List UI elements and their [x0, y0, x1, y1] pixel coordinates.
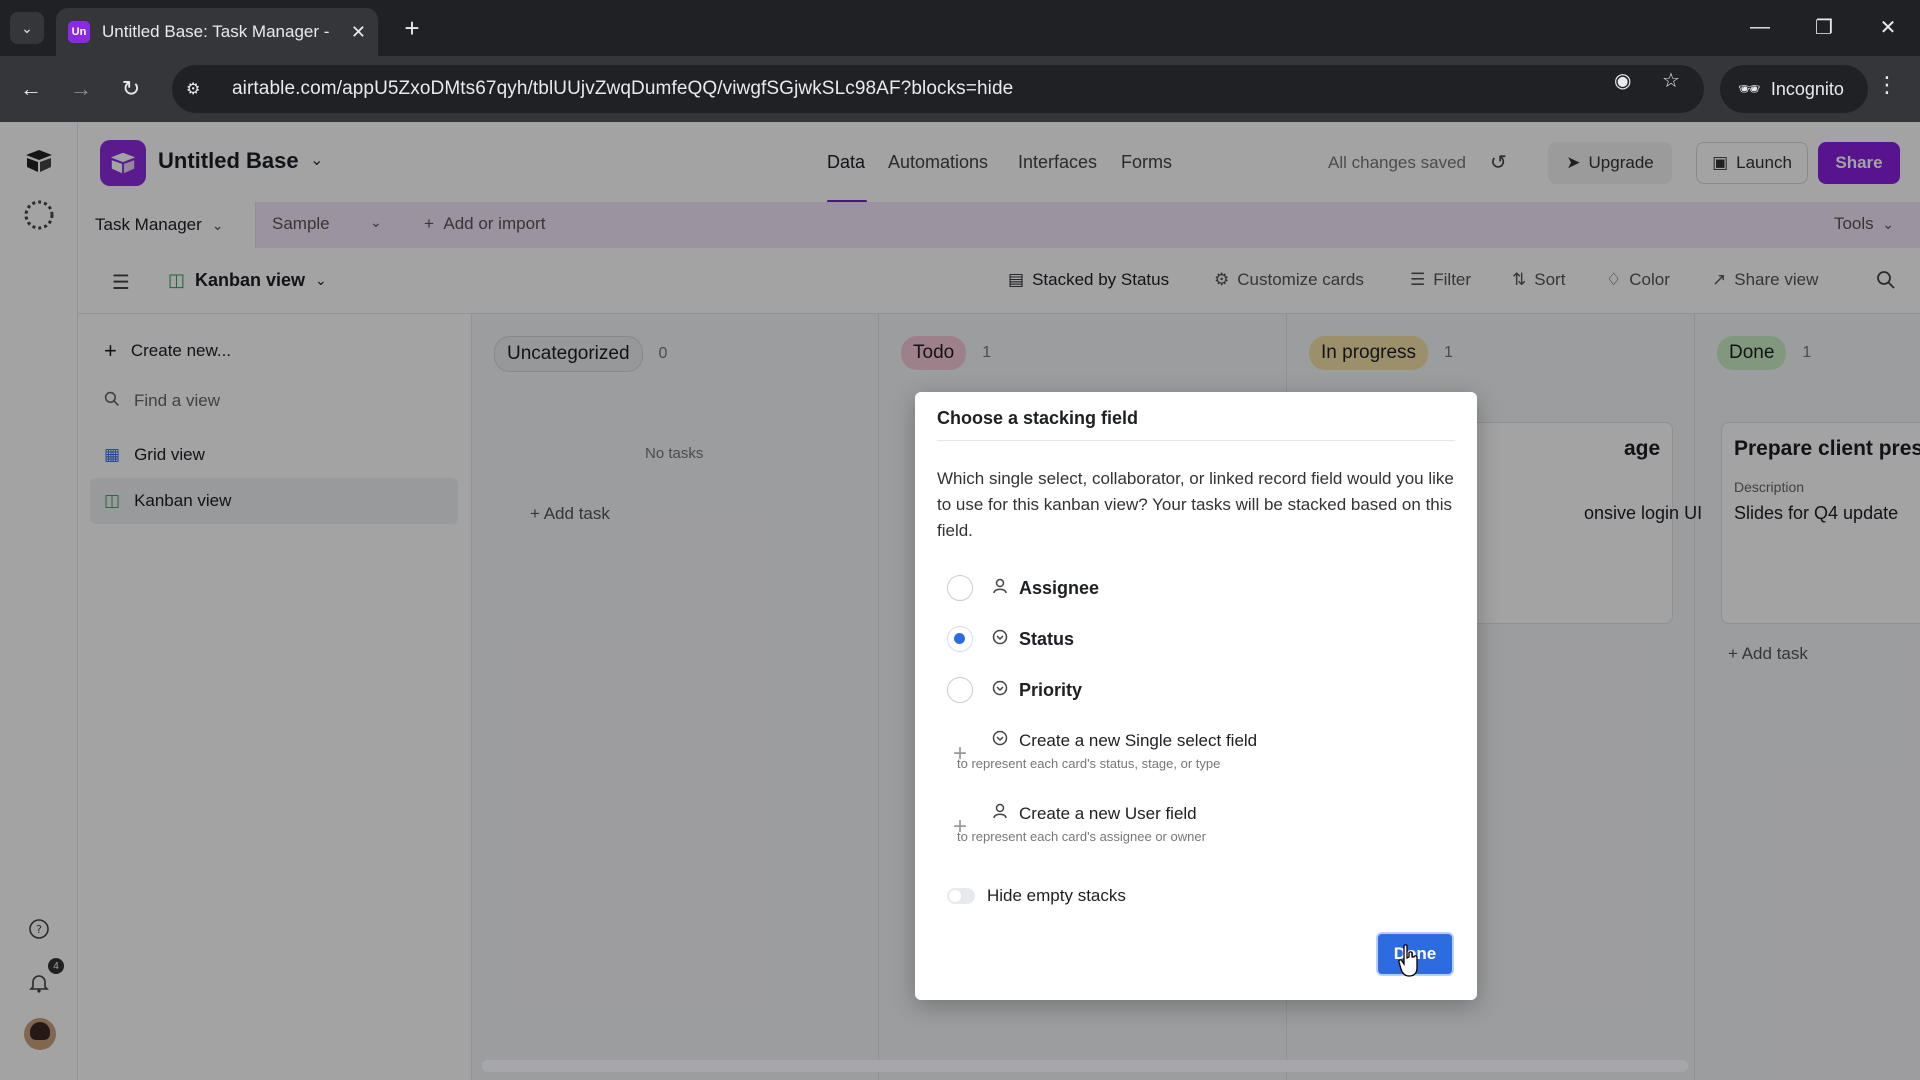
new-tab-button[interactable]: +	[396, 12, 428, 44]
divider	[937, 440, 1455, 441]
hide-empty-stacks-toggle[interactable]	[947, 888, 975, 904]
incognito-label: Incognito	[1770, 78, 1844, 99]
create-user-field-option[interactable]: + Create a new User field to represent e…	[947, 803, 1447, 853]
site-info-icon[interactable]: ⚙	[186, 79, 212, 99]
user-icon	[989, 803, 1011, 824]
field-option-priority[interactable]: Priority	[947, 677, 1082, 703]
dialog-title: Choose a stacking field	[937, 408, 1139, 428]
user-icon	[989, 578, 1011, 599]
browser-menu-icon[interactable]: ⋮	[1876, 72, 1898, 98]
close-window-icon[interactable]: ✕	[1868, 10, 1908, 44]
radio-button[interactable]	[947, 677, 973, 703]
browser-tabstrip: ⌄ Un Untitled Base: Task Manager - A ✕ +…	[0, 0, 1920, 56]
restore-icon[interactable]: ❐	[1804, 10, 1844, 44]
eye-off-icon[interactable]: ◉	[1614, 68, 1631, 93]
hide-empty-stacks-label: Hide empty stacks	[987, 886, 1126, 905]
single-select-icon	[989, 680, 1011, 701]
close-tab-icon[interactable]: ✕	[351, 22, 366, 43]
create-single-select-option[interactable]: + Create a new Single select field to re…	[947, 730, 1447, 780]
dialog-description: Which single select, collaborator, or li…	[937, 469, 1454, 540]
tab-search-button[interactable]: ⌄	[10, 12, 44, 44]
forward-icon[interactable]: →	[64, 72, 98, 106]
create-option-label: Create a new Single select field	[1019, 730, 1258, 750]
single-select-icon	[989, 730, 1011, 751]
incognito-indicator[interactable]: 🕶 Incognito	[1720, 65, 1868, 113]
field-option-status[interactable]: Status	[947, 626, 1074, 652]
star-icon[interactable]: ☆	[1662, 68, 1680, 93]
radio-button[interactable]	[947, 575, 973, 601]
option-label: Priority	[1019, 679, 1083, 700]
browser-toolbar: ← → ↻ ⚙ airtable.com/appU5ZxoDMts67qyh/t…	[0, 56, 1920, 122]
incognito-icon: 🕶	[1738, 78, 1761, 99]
create-option-hint: to represent each card's assignee or own…	[957, 829, 1206, 844]
back-icon[interactable]: ←	[14, 72, 48, 106]
url-text[interactable]: airtable.com/appU5ZxoDMts67qyh/tblUUjvZw…	[232, 78, 1013, 100]
address-bar[interactable]: ⚙ airtable.com/appU5ZxoDMts67qyh/tblUUjv…	[172, 65, 1704, 113]
horizontal-scrollbar[interactable]	[482, 1060, 1688, 1072]
reload-icon[interactable]: ↻	[114, 72, 148, 106]
field-option-assignee[interactable]: Assignee	[947, 575, 1099, 601]
tab-title: Untitled Base: Task Manager - A	[102, 22, 332, 41]
option-label: Status	[1019, 628, 1075, 649]
create-option-label: Create a new User field	[1019, 803, 1197, 823]
minimize-icon[interactable]: —	[1740, 10, 1780, 44]
single-select-icon	[989, 629, 1011, 650]
stacking-field-dialog: Choose a stacking field Which single sel…	[915, 392, 1477, 1000]
create-option-hint: to represent each card's status, stage, …	[957, 756, 1221, 771]
airtable-favicon: Un	[68, 21, 90, 43]
radio-button-selected[interactable]	[947, 626, 973, 652]
browser-tab[interactable]: Un Untitled Base: Task Manager - A ✕	[56, 8, 378, 56]
mouse-pointer-icon	[1398, 944, 1422, 983]
option-label: Assignee	[1019, 577, 1100, 598]
